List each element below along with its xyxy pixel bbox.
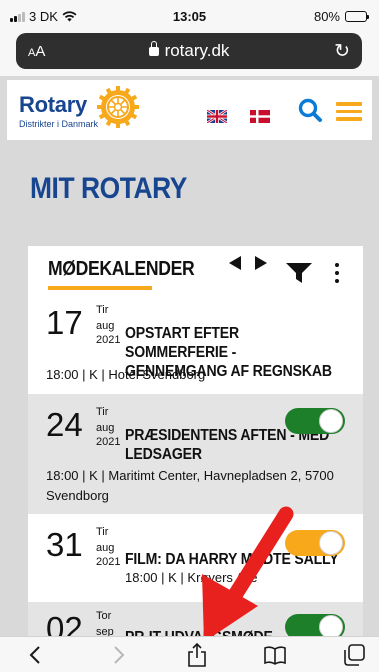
more-options-icon[interactable]	[334, 263, 340, 283]
event-meta: 18:00 | K | Maritimt Center, Havnepladse…	[46, 468, 334, 503]
calendar-title: MØDEKALENDER	[48, 258, 195, 280]
page-title: MIT ROTARY	[30, 172, 187, 205]
event-weekday: Tir	[96, 304, 109, 316]
event-weekday: Tir	[96, 526, 109, 538]
share-icon[interactable]	[185, 643, 209, 667]
event-weekday: Tir	[96, 406, 109, 418]
calendar-title-underline	[48, 286, 152, 290]
danish-flag-icon[interactable]	[250, 110, 270, 123]
lock-icon	[148, 41, 159, 56]
event-year: 2021	[96, 436, 121, 448]
bookmarks-icon[interactable]	[263, 643, 287, 667]
event-year: 2021	[96, 334, 121, 346]
calendar-event[interactable]: 17 Tir aug 2021 OPSTART EFTER SOMMERFERI…	[28, 296, 363, 392]
browser-toolbar	[0, 636, 379, 672]
event-month: aug	[96, 542, 115, 554]
previous-arrow-icon[interactable]	[227, 255, 243, 271]
battery-icon	[345, 11, 369, 22]
hamburger-menu-icon[interactable]	[336, 102, 362, 121]
search-icon[interactable]	[297, 97, 323, 123]
calendar-event[interactable]: 24 Tir aug 2021 PRÆSIDENTENS AFTEN - MED…	[28, 394, 363, 514]
next-arrow-icon[interactable]	[253, 255, 269, 271]
calendar-header: MØDEKALENDER	[28, 246, 363, 292]
forward-icon[interactable]	[106, 643, 130, 667]
event-weekday: Tor	[96, 610, 112, 622]
battery-percent: 80%	[313, 9, 340, 24]
url-text: rotary.dk	[164, 41, 230, 60]
logo-subtitle: Distrikter i Danmark	[19, 119, 99, 129]
address-bar[interactable]: AA rotary.dk ↻	[16, 33, 362, 69]
event-day: 31	[46, 526, 83, 563]
rotary-wheel-icon	[97, 86, 139, 128]
attendance-toggle[interactable]	[285, 408, 345, 434]
logo-brand: Rotary	[19, 92, 87, 117]
event-year: 2021	[96, 556, 121, 568]
back-icon[interactable]	[24, 643, 48, 667]
event-month: aug	[96, 422, 115, 434]
toggle-knob	[319, 531, 343, 555]
event-month: aug	[96, 320, 115, 332]
rotary-logo[interactable]: Rotary Distrikter i Danmark	[19, 92, 98, 129]
status-right: 80%	[313, 9, 369, 24]
english-flag-icon[interactable]	[207, 110, 227, 123]
event-day: 17	[46, 304, 83, 341]
tabs-icon[interactable]	[342, 643, 366, 667]
browser-chrome: 3 DK 13:05 80% AA rotary.dk ↻	[0, 0, 379, 76]
filter-icon[interactable]	[286, 262, 312, 284]
toggle-knob	[319, 409, 343, 433]
red-arrow-annotation	[202, 506, 294, 642]
site-header: Rotary Distrikter i Danmark	[7, 80, 372, 140]
status-bar: 3 DK 13:05 80%	[0, 0, 379, 30]
event-meta: 18:00 | K | Hotel Svendborg	[46, 367, 206, 382]
url-display[interactable]: rotary.dk	[16, 41, 362, 61]
reload-icon[interactable]: ↻	[334, 40, 350, 63]
event-day: 24	[46, 406, 83, 443]
